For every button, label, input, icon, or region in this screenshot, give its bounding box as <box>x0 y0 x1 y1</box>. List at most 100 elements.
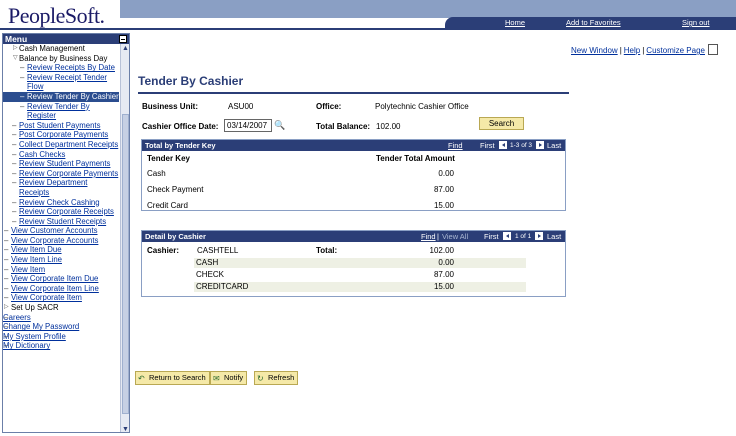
sidebar-item[interactable]: – Cash Checks <box>3 150 119 160</box>
sidebar-item[interactable]: – Post Student Payments <box>3 121 119 131</box>
search-button[interactable]: Search <box>479 117 524 130</box>
next-row-icon[interactable] <box>536 141 544 149</box>
detail-first-label: First <box>484 232 499 241</box>
sidebar-item[interactable]: – View Item Line <box>3 255 119 265</box>
new-window-link[interactable]: New Window <box>571 46 618 55</box>
tender-key-grid: Total by Tender Key Find First 1-3 of 3 … <box>141 139 566 211</box>
menu-dash-icon: – <box>4 245 9 255</box>
collapsed-icon[interactable]: ▷ <box>4 303 9 313</box>
sidebar-item-label: Change My Password <box>3 322 80 332</box>
sidebar-item[interactable]: – Review Corporate Payments <box>3 169 119 179</box>
prev-row-icon[interactable] <box>499 141 507 149</box>
detail-amount-cell: 0.00 <box>438 258 454 267</box>
sidebar-item[interactable]: ▷ Set Up SACR <box>3 303 119 313</box>
sidebar-item[interactable]: – View Corporate Item Line <box>3 284 119 294</box>
sidebar-item[interactable]: – View Corporate Accounts <box>3 236 119 246</box>
menu-sidebar: Menu ▷ Cash Management ▽ Balance by Busines… <box>2 33 130 433</box>
notify-button[interactable]: ✉ Notify <box>210 371 248 385</box>
sidebar-item[interactable]: – Review Tender By Cashier <box>3 91 119 102</box>
print-icon[interactable] <box>708 44 718 55</box>
tender-key-cell: Check Payment <box>147 185 204 194</box>
scroll-thumb[interactable] <box>122 114 129 414</box>
cashier-office-date-field[interactable] <box>224 119 272 132</box>
sidebar-item[interactable]: – My Dictionary <box>3 341 119 351</box>
menu-dash-icon: – <box>12 197 17 207</box>
scroll-up-icon[interactable]: ▲ <box>121 44 129 53</box>
tender-find-link[interactable]: Find <box>448 141 463 150</box>
prev-row-icon[interactable] <box>503 232 511 240</box>
main-content: New Window | Help | Customize Page Tender By… <box>134 33 734 433</box>
menu-dash-icon: – <box>4 235 9 245</box>
sidebar-item[interactable]: – Post Corporate Payments <box>3 130 119 140</box>
sidebar-item-label: Collect Department Receipts <box>19 139 119 149</box>
sidebar-item[interactable]: – Review Receipt Tender Flow <box>3 73 119 92</box>
refresh-button[interactable]: ↻ Refresh <box>254 371 299 385</box>
return-icon: ↶ <box>138 374 145 383</box>
calendar-lookup-icon[interactable]: 🔍 <box>274 120 285 130</box>
detail-view-all: View All <box>442 232 469 241</box>
minimize-icon[interactable] <box>119 35 127 43</box>
tender-key-column-header: Tender Key <box>147 154 190 163</box>
sidebar-item-label: Review Receipt Tender Flow <box>27 72 108 92</box>
detail-tender-cell: CREDITCARD <box>196 282 249 291</box>
collapsed-icon[interactable]: ▷ <box>13 44 18 54</box>
sidebar-item[interactable]: – Review Student Receipts <box>3 217 119 227</box>
sidebar-item-label: View Corporate Item Line <box>11 283 99 293</box>
sidebar-item[interactable]: ▽ Balance by Business Day <box>3 54 119 64</box>
menu-dash-icon: – <box>4 226 9 236</box>
detail-amount-cell: 87.00 <box>433 270 454 279</box>
sidebar-item[interactable]: – View Customer Accounts <box>3 226 119 236</box>
return-to-search-button[interactable]: ↶ Return to Search <box>135 371 210 385</box>
detail-find-link[interactable]: Find <box>421 232 436 241</box>
sidebar-item[interactable]: – View Corporate Item Due <box>3 274 119 284</box>
sidebar-item[interactable]: – Review Corporate Receipts <box>3 207 119 217</box>
scroll-down-icon[interactable]: ▼ <box>121 425 129 432</box>
tender-amount-cell: 0.00 <box>438 169 454 178</box>
office-value: Polytechnic Cashier Office <box>375 102 469 111</box>
menu-dash-icon: – <box>4 264 9 274</box>
customize-page-link[interactable]: Customize Page <box>646 46 705 55</box>
sidebar-scrollbar[interactable]: ▲ ▼ <box>120 44 129 432</box>
tender-amount-cell: 87.00 <box>433 185 454 194</box>
office-label: Office: <box>316 102 342 111</box>
help-link[interactable]: Help <box>624 46 640 55</box>
detail-total-value: 102.00 <box>429 246 454 255</box>
page-title: Tender By Cashier <box>138 74 244 88</box>
menu-dash-icon: – <box>12 207 17 217</box>
sidebar-item[interactable]: – Review Department Receipts <box>3 178 119 197</box>
add-to-favorites-link[interactable]: Add to Favorites <box>566 18 621 27</box>
sidebar-item[interactable]: – My System Profile <box>3 332 119 342</box>
home-link[interactable]: Home <box>505 18 525 27</box>
detail-grid-header: Detail by Cashier Find | View All First … <box>142 231 565 242</box>
sidebar-item[interactable]: – Review Check Cashing <box>3 198 119 208</box>
link-separator: | <box>619 46 622 55</box>
tender-amount-cell: 15.00 <box>433 201 454 210</box>
sidebar-item-label: Review Corporate Payments <box>19 168 119 178</box>
tender-last-label: Last <box>547 141 562 150</box>
expanded-icon[interactable]: ▽ <box>13 54 18 64</box>
sidebar-item[interactable]: – View Item <box>3 265 119 275</box>
sidebar-item-label: Review Department Receipts <box>19 178 88 197</box>
sidebar-item[interactable]: – Collect Department Receipts <box>3 140 119 150</box>
total-balance-label: Total Balance: <box>316 122 371 131</box>
sign-out-link[interactable]: Sign out <box>682 18 710 27</box>
sidebar-item[interactable]: – View Corporate Item <box>3 293 119 303</box>
next-row-icon[interactable] <box>535 232 543 240</box>
sidebar-item[interactable]: – Careers <box>3 313 119 323</box>
sidebar-item[interactable]: – Review Tender By Register <box>3 102 119 121</box>
sidebar-item[interactable]: – Change My Password <box>3 322 119 332</box>
sidebar-item[interactable]: – View Item Due <box>3 245 119 255</box>
sidebar-item[interactable]: ▷ Cash Management <box>3 44 119 54</box>
sidebar-item-label: Review Student Payments <box>19 159 111 169</box>
header-links: Home Add to Favorites Sign out <box>445 17 736 28</box>
tender-row-range: 1-3 of 3 <box>510 142 533 149</box>
sidebar-item-label: Set Up SACR <box>11 303 59 313</box>
sidebar-item-label: Post Student Payments <box>19 120 101 130</box>
refresh-label: Refresh <box>268 373 295 382</box>
sidebar-item[interactable]: – Review Student Payments <box>3 159 119 169</box>
tender-key-cell: Credit Card <box>147 201 188 210</box>
sidebar-item[interactable]: – Review Receipts By Date <box>3 63 119 73</box>
notify-label: Notify <box>224 373 244 382</box>
app-header: PeopleSoft. Home Add to Favorites Sign o… <box>0 0 736 30</box>
sidebar-item-label: View Corporate Item Due <box>11 274 99 284</box>
